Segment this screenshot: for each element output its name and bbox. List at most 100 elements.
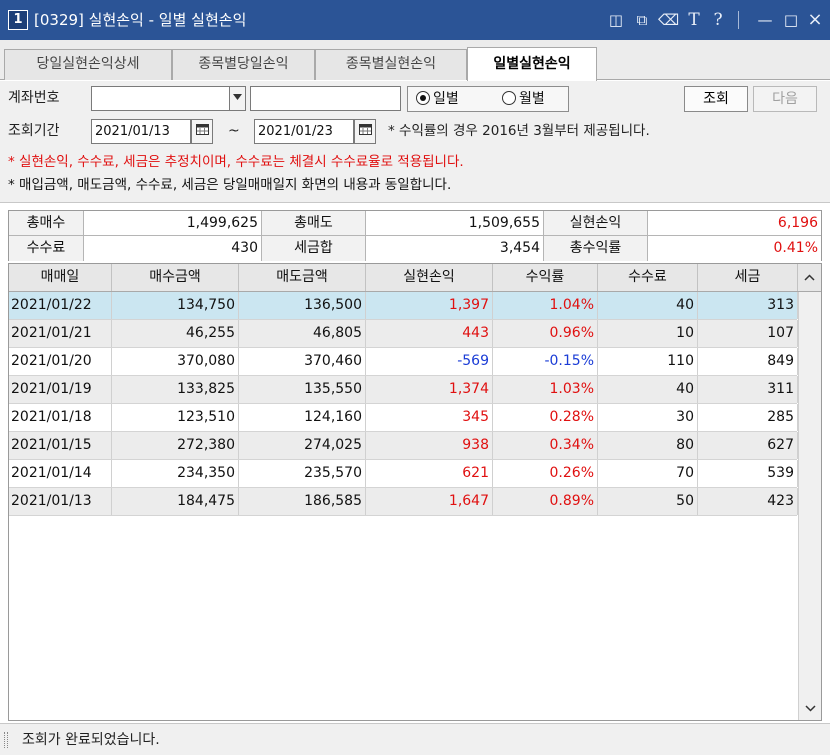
search-button[interactable]: 조회 [684,86,748,112]
scroll-up-icon[interactable] [798,264,821,291]
cell-trade-date: 2021/01/20 [9,348,112,375]
cell-realized-pnl: 938 [366,432,493,459]
minimize-icon[interactable]: — [755,9,775,31]
cell-realized-pnl: 621 [366,460,493,487]
daily-pnl-grid[interactable]: 매매일 매수금액 매도금액 실현손익 수익률 수수료 세금 2021/01/22… [8,263,822,721]
status-bar: 조회가 완료되었습니다. [0,723,830,755]
fee-label: 수수료 [9,236,84,261]
cell-trade-date: 2021/01/18 [9,404,112,431]
period-type-radio-group: 일별 월별 [407,86,569,112]
date-to-input[interactable]: 2021/01/23 [254,119,354,144]
cell-yield: 0.26% [493,460,598,487]
radio-monthly[interactable]: 월별 [502,89,545,109]
column-header-fee[interactable]: 수수료 [598,264,698,291]
tab-stock-realized-pnl[interactable]: 종목별실현손익 [315,49,467,80]
cell-tax: 423 [698,488,798,515]
cell-fee: 40 [598,376,698,403]
cell-yield: 1.03% [493,376,598,403]
filter-panel: 계좌번호 일별 월별 조회 다음 조회기간 2021/01/13 ~ 2021/… [0,81,830,203]
clear-format-icon[interactable]: ⌫ [658,9,679,31]
total-yield-value: 0.41% [648,236,821,261]
help-icon[interactable]: ? [708,9,728,31]
tab-today-realized-detail[interactable]: 당일실현손익상세 [4,49,172,80]
table-row[interactable]: 2021/01/21 46,255 46,805 443 0.96% 10 107 [9,320,798,348]
cell-realized-pnl: -569 [366,348,493,375]
vertical-scrollbar[interactable] [798,292,821,720]
text-size-icon[interactable]: T [684,9,704,31]
radio-monthly-dot-icon [502,91,516,105]
calendar-icon[interactable] [354,119,376,144]
cell-yield: -0.15% [493,348,598,375]
date-from-input[interactable]: 2021/01/13 [91,119,191,144]
status-message: 조회가 완료되었습니다. [22,732,160,748]
column-header-sell-amount[interactable]: 매도금액 [239,264,366,291]
maximize-icon[interactable]: □ [781,9,801,31]
cell-sell-amount: 136,500 [239,292,366,319]
total-sell-label: 총매도 [262,211,366,236]
fee-value: 430 [84,236,262,261]
amounts-source-note: * 매입금액, 매도금액, 수수료, 세금은 당일매매일지 화면의 내용과 동일… [8,177,452,193]
tab-stock-today-pnl[interactable]: 종목별당일손익 [172,49,315,80]
date-range-separator: ~ [228,123,240,139]
tab-daily-realized-pnl[interactable]: 일별실현손익 [467,47,597,81]
account-dropdown-button[interactable] [229,86,246,111]
cell-tax: 107 [698,320,798,347]
table-row[interactable]: 2021/01/20 370,080 370,460 -569 -0.15% 110 849 [9,348,798,376]
grid-header: 매매일 매수금액 매도금액 실현손익 수익률 수수료 세금 [9,264,821,292]
cell-realized-pnl: 443 [366,320,493,347]
cell-sell-amount: 46,805 [239,320,366,347]
cell-tax: 285 [698,404,798,431]
table-row[interactable]: 2021/01/13 184,475 186,585 1,647 0.89% 50 423 [9,488,798,516]
column-header-tax[interactable]: 세금 [698,264,798,291]
window-titlebar[interactable]: 1 [0329] 실현손익 - 일별 실현손익 ◫ ⧉ ⌫ T ? — □ × [0,0,830,40]
cell-trade-date: 2021/01/13 [9,488,112,515]
cell-realized-pnl: 1,374 [366,376,493,403]
cell-realized-pnl: 1,647 [366,488,493,515]
cell-sell-amount: 135,550 [239,376,366,403]
titlebar-divider [738,11,739,29]
table-row[interactable]: 2021/01/19 133,825 135,550 1,374 1.03% 40 311 [9,376,798,404]
table-row[interactable]: 2021/01/14 234,350 235,570 621 0.26% 70 539 [9,460,798,488]
window-title: [0329] 실현손익 - 일별 실현손익 [34,11,247,29]
yield-availability-note: * 수익률의 경우 2016년 3월부터 제공됩니다. [388,123,650,139]
cell-buy-amount: 134,750 [112,292,239,319]
cell-trade-date: 2021/01/22 [9,292,112,319]
cell-buy-amount: 184,475 [112,488,239,515]
table-row[interactable]: 2021/01/18 123,510 124,160 345 0.28% 30 285 [9,404,798,432]
cell-sell-amount: 124,160 [239,404,366,431]
scroll-down-icon[interactable] [799,698,821,718]
close-icon[interactable]: × [805,9,825,31]
cell-sell-amount: 235,570 [239,460,366,487]
column-header-buy-amount[interactable]: 매수금액 [112,264,239,291]
calendar-icon[interactable] [191,119,213,144]
pin-window-icon[interactable]: ◫ [606,9,626,31]
tab-strip: 당일실현손익상세 종목별당일손익 종목별실현손익 일별실현손익 [0,40,830,81]
cell-yield: 1.04% [493,292,598,319]
cell-yield: 0.28% [493,404,598,431]
cell-fee: 80 [598,432,698,459]
total-buy-label: 총매수 [9,211,84,236]
total-sell-value: 1,509,655 [366,211,544,236]
cell-fee: 50 [598,488,698,515]
cell-sell-amount: 274,025 [239,432,366,459]
tax-total-label: 세금합 [262,236,366,261]
table-row[interactable]: 2021/01/15 272,380 274,025 938 0.34% 80 627 [9,432,798,460]
tax-total-value: 3,454 [366,236,544,261]
cell-sell-amount: 370,460 [239,348,366,375]
column-header-realized-pnl[interactable]: 실현손익 [366,264,493,291]
radio-daily[interactable]: 일별 [416,89,459,109]
account-number-input[interactable] [91,86,231,111]
cell-buy-amount: 46,255 [112,320,239,347]
cell-fee: 110 [598,348,698,375]
cell-tax: 849 [698,348,798,375]
column-header-yield[interactable]: 수익률 [493,264,598,291]
cell-tax: 539 [698,460,798,487]
column-header-trade-date[interactable]: 매매일 [9,264,112,291]
summary-table: 총매수 1,499,625 총매도 1,509,655 실현손익 6,196 수… [8,210,822,261]
account-label: 계좌번호 [8,90,60,106]
cell-realized-pnl: 1,397 [366,292,493,319]
restore-copy-icon[interactable]: ⧉ [632,9,652,31]
realized-pnl-value: 6,196 [648,211,821,236]
table-row[interactable]: 2021/01/22 134,750 136,500 1,397 1.04% 40 313 [9,292,798,320]
next-button[interactable]: 다음 [753,86,817,112]
